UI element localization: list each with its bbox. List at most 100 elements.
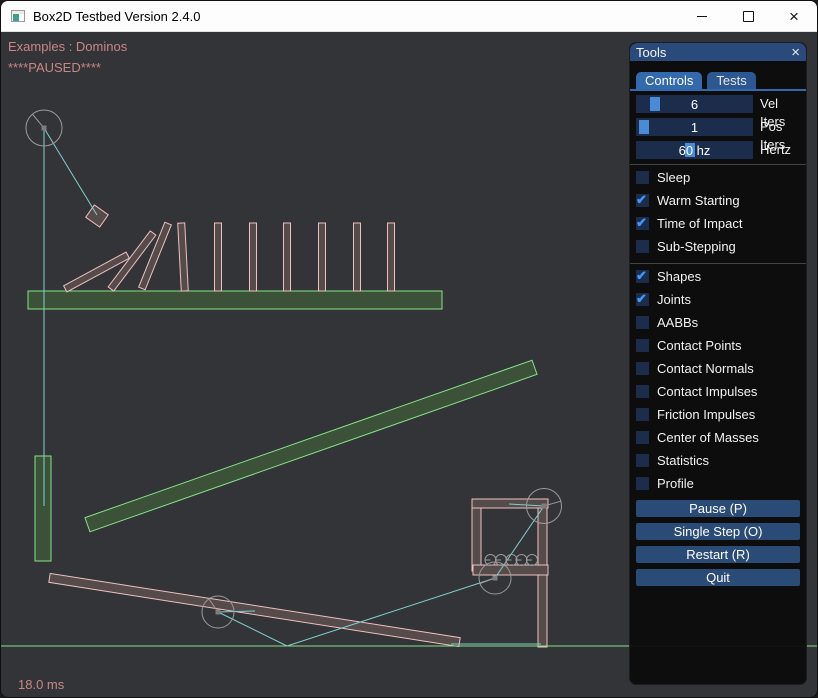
dynamic-body-rect — [472, 499, 548, 508]
checkbox-contact-normals[interactable]: Contact Normals — [636, 362, 798, 375]
checkbox-label: Shapes — [657, 270, 701, 283]
checkbox-box[interactable] — [636, 454, 649, 467]
slider-label: Pos Iters — [760, 118, 798, 136]
tools-panel-title: Tools — [636, 45, 666, 60]
slider-hertz[interactable]: 60 hz — [636, 141, 753, 159]
checkbox-joints[interactable]: Joints — [636, 293, 798, 306]
os-titlebar: Box2D Testbed Version 2.4.0 × — [1, 1, 817, 32]
dynamic-body-rect — [139, 222, 172, 290]
checkbox-box[interactable] — [636, 362, 649, 375]
checkbox-label: Joints — [657, 293, 691, 306]
checkbox-sleep[interactable]: Sleep — [636, 171, 798, 184]
slider-label: Vel Iters — [760, 95, 798, 113]
static-body-rect — [35, 456, 51, 561]
checkbox-shapes[interactable]: Shapes — [636, 270, 798, 283]
checkbox-warm-starting[interactable]: Warm Starting — [636, 194, 798, 207]
checkbox-box[interactable] — [636, 385, 649, 398]
tools-panel-content: 6 Vel Iters 1 Pos Iters 60 hz Hertz Sleep Warm… — [630, 91, 806, 586]
checkbox-label: Contact Impulses — [657, 385, 757, 398]
checkmark-icon[interactable] — [636, 293, 649, 306]
joint-anchor — [493, 576, 498, 581]
maximize-button[interactable] — [725, 1, 771, 31]
dynamic-body-rect — [354, 223, 361, 291]
maximize-icon — [743, 11, 754, 22]
checkbox-box[interactable] — [636, 477, 649, 490]
slider-row: 6 Vel Iters — [636, 95, 798, 113]
checkbox-contact-points[interactable]: Contact Points — [636, 339, 798, 352]
button-quit[interactable]: Quit — [636, 569, 800, 586]
checkmark-icon[interactable] — [636, 194, 649, 207]
minimize-icon — [697, 16, 707, 17]
slider-row: 60 hz Hertz — [636, 141, 798, 159]
slider-row: 1 Pos Iters — [636, 118, 798, 136]
tab-tests[interactable]: Tests — [707, 72, 755, 89]
app-icon — [11, 10, 25, 22]
button-single-step-o[interactable]: Single Step (O) — [636, 523, 800, 540]
slider-label: Hertz — [760, 141, 791, 159]
slider-group: 6 Vel Iters 1 Pos Iters 60 hz Hertz — [636, 95, 798, 159]
sim-flags-group: Sleep Warm Starting Time of Impact Sub-Step… — [636, 171, 798, 253]
checkbox-label: Statistics — [657, 454, 709, 467]
window-title: Box2D Testbed Version 2.4.0 — [33, 9, 200, 24]
joint-anchor — [42, 126, 47, 131]
dynamic-body-rect — [86, 205, 109, 227]
checkbox-box[interactable] — [636, 339, 649, 352]
checkbox-box[interactable] — [636, 240, 649, 253]
checkbox-box[interactable] — [636, 171, 649, 184]
checkbox-label: Friction Impulses — [657, 408, 755, 421]
checkbox-label: AABBs — [657, 316, 698, 329]
tab-controls[interactable]: Controls — [636, 72, 702, 89]
checkmark-icon[interactable] — [636, 217, 649, 230]
checkbox-contact-impulses[interactable]: Contact Impulses — [636, 385, 798, 398]
dynamic-body-rect — [284, 223, 291, 291]
slider-vel-iters[interactable]: 6 — [636, 95, 753, 113]
checkbox-aabbs[interactable]: AABBs — [636, 316, 798, 329]
checkbox-label: Time of Impact — [657, 217, 742, 230]
dynamic-body-rect — [319, 223, 326, 291]
tools-panel-titlebar[interactable]: Tools × — [630, 43, 806, 61]
checkbox-label: Contact Points — [657, 339, 742, 352]
dynamic-body-rect — [388, 223, 395, 291]
joint-anchor — [216, 610, 221, 615]
paused-status-text: ****PAUSED**** — [8, 60, 101, 75]
checkbox-box[interactable] — [636, 408, 649, 421]
slider-pos-iters[interactable]: 1 — [636, 118, 753, 136]
checkbox-label: Warm Starting — [657, 194, 740, 207]
close-button[interactable]: × — [771, 1, 817, 31]
checkbox-label: Sub-Stepping — [657, 240, 736, 253]
checkbox-label: Center of Masses — [657, 431, 759, 444]
separator — [630, 164, 806, 165]
close-icon: × — [789, 8, 799, 25]
slider-value: 1 — [636, 118, 753, 136]
checkbox-time-of-impact[interactable]: Time of Impact — [636, 217, 798, 230]
dynamic-body-rect — [215, 223, 222, 291]
static-body-rect — [85, 360, 537, 532]
checkbox-profile[interactable]: Profile — [636, 477, 798, 490]
minimize-button[interactable] — [679, 1, 725, 31]
button-restart-r[interactable]: Restart (R) — [636, 546, 800, 563]
separator — [630, 263, 806, 264]
dynamic-body-rect — [472, 508, 481, 571]
joint-anchor — [542, 504, 547, 509]
checkbox-box[interactable] — [636, 316, 649, 329]
checkbox-label: Sleep — [657, 171, 690, 184]
tab-bar: Controls Tests — [636, 72, 806, 89]
button-group: Pause (P) Single Step (O) Restart (R) Quit — [636, 500, 798, 586]
frame-time-text: 18.0 ms — [18, 677, 64, 692]
slider-value: 60 hz — [636, 141, 753, 159]
checkbox-label: Profile — [657, 477, 694, 490]
checkbox-label: Contact Normals — [657, 362, 754, 375]
dynamic-body-rect — [178, 223, 189, 291]
example-name-text: Examples : Dominos — [8, 39, 127, 54]
checkbox-box[interactable] — [636, 431, 649, 444]
checkbox-sub-stepping[interactable]: Sub-Stepping — [636, 240, 798, 253]
checkbox-statistics[interactable]: Statistics — [636, 454, 798, 467]
checkbox-center-of-masses[interactable]: Center of Masses — [636, 431, 798, 444]
checkmark-icon[interactable] — [636, 270, 649, 283]
joint-line — [44, 128, 97, 215]
dynamic-body-rect — [250, 223, 257, 291]
checkbox-friction-impulses[interactable]: Friction Impulses — [636, 408, 798, 421]
dynamic-body-rect — [538, 508, 547, 647]
tools-panel-close-icon[interactable]: × — [791, 45, 800, 60]
button-pause-p[interactable]: Pause (P) — [636, 500, 800, 517]
